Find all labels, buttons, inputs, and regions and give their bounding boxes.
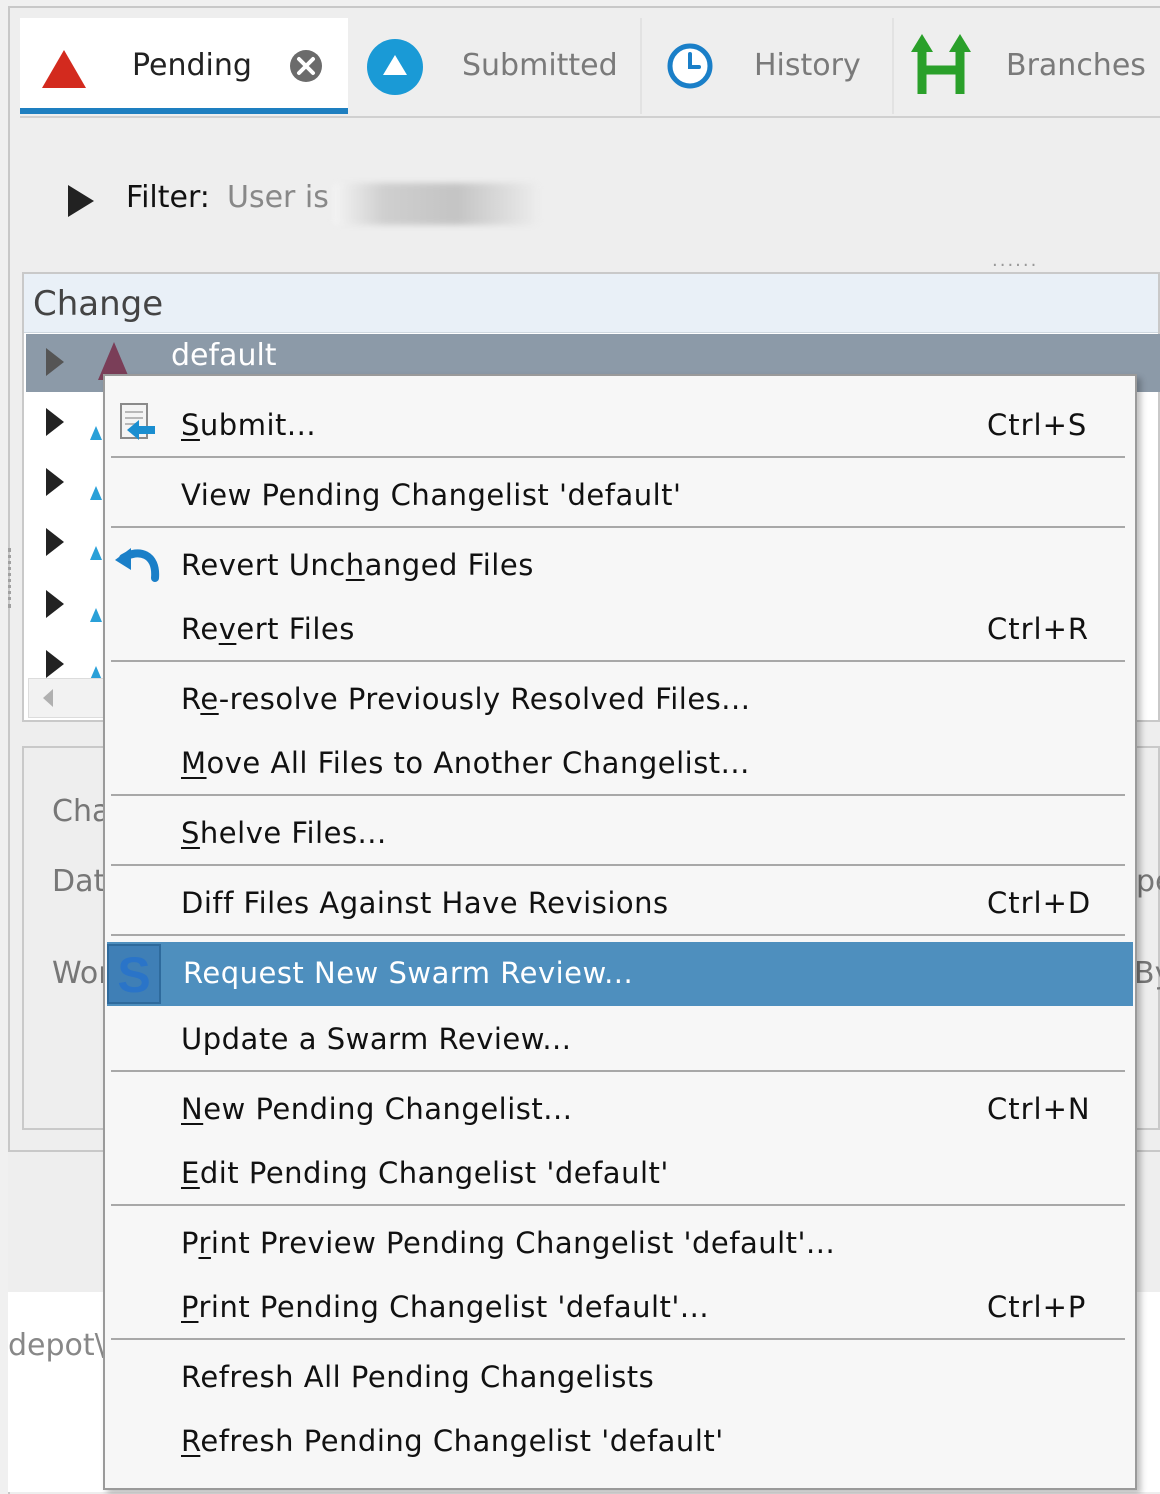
submitted-circle-icon [366, 38, 424, 104]
filter-expand-icon[interactable] [68, 185, 94, 217]
svg-text:S: S [117, 947, 150, 1003]
redacted-username [333, 183, 538, 225]
menu-item-update-swarm-review[interactable]: Update a Swarm Review... [105, 1010, 1135, 1070]
menu-separator [111, 934, 1125, 936]
expand-icon[interactable] [46, 468, 64, 496]
tab-pending[interactable]: Pending [20, 18, 348, 114]
menu-item-new-pending-changelist[interactable]: New Pending Changelist... Ctrl+N [105, 1080, 1135, 1140]
horizontal-scrollbar[interactable] [28, 678, 110, 718]
tab-bar: Pending Submitted History Branches [20, 18, 1160, 118]
detail-label-date: Dat [52, 864, 106, 899]
tab-submitted-label: Submitted [462, 48, 618, 83]
menu-item-revert-unchanged-files[interactable]: Revert Unchanged Files [105, 536, 1135, 596]
menu-item-request-swarm-review[interactable]: S Request New Swarm Review... [107, 942, 1133, 1006]
shortcut-label: Ctrl+N [987, 1092, 1091, 1126]
shortcut-label: Ctrl+R [987, 612, 1090, 646]
filter-value: User is [227, 180, 329, 215]
changelist-icon [90, 546, 102, 560]
tab-history[interactable]: History [642, 18, 892, 114]
menu-separator [111, 1338, 1125, 1340]
tab-branches[interactable]: Branches [894, 18, 1160, 114]
menu-item-submit[interactable]: Submit... Ctrl+S [105, 396, 1135, 456]
detail-label-change: Cha [52, 794, 111, 829]
tab-submitted[interactable]: Submitted [348, 18, 640, 114]
side-splitter-handle[interactable] [8, 548, 15, 608]
expand-icon[interactable] [46, 590, 64, 618]
changelist-icon [90, 608, 102, 622]
menu-item-shelve-files[interactable]: Shelve Files... [105, 804, 1135, 864]
expand-icon[interactable] [46, 408, 64, 436]
menu-item-diff-files[interactable]: Diff Files Against Have Revisions Ctrl+D [105, 874, 1135, 934]
menu-separator [111, 794, 1125, 796]
expand-icon[interactable] [46, 650, 64, 678]
branches-icon [910, 32, 972, 104]
menu-item-print-pending-changelist[interactable]: Print Pending Changelist 'default'... Ct… [105, 1278, 1135, 1338]
menu-item-edit-pending-changelist[interactable]: Edit Pending Changelist 'default' [105, 1144, 1135, 1204]
swarm-icon: S [107, 944, 161, 1008]
detail-label-type: pe [1136, 864, 1160, 899]
shortcut-label: Ctrl+P [987, 1290, 1087, 1324]
menu-item-refresh-all-pending[interactable]: Refresh All Pending Changelists [105, 1348, 1135, 1408]
changelist-icon [90, 486, 102, 500]
detail-label-by: By [1134, 956, 1160, 991]
scroll-left-icon[interactable] [43, 689, 53, 707]
shortcut-label: Ctrl+S [987, 408, 1088, 442]
menu-separator [111, 526, 1125, 528]
menu-separator [111, 864, 1125, 866]
expand-icon[interactable] [46, 348, 64, 376]
menu-separator [111, 1204, 1125, 1206]
menu-separator [111, 660, 1125, 662]
splitter-handle[interactable]: ...... [992, 250, 1038, 271]
filter-label: Filter: [126, 180, 210, 215]
menu-item-move-all-files[interactable]: Move All Files to Another Changelist... [105, 734, 1135, 794]
column-header-change[interactable]: Change [24, 274, 1158, 333]
tab-branches-label: Branches [1006, 48, 1146, 83]
menu-item-refresh-pending-changelist[interactable]: Refresh Pending Changelist 'default' [105, 1412, 1135, 1472]
tab-pending-label: Pending [132, 48, 252, 83]
detail-label-workspace: Wor [52, 956, 111, 991]
row-label: default [171, 338, 277, 373]
expand-icon[interactable] [46, 528, 64, 556]
shortcut-label: Ctrl+D [987, 886, 1092, 920]
menu-item-revert-files[interactable]: Revert Files Ctrl+R [105, 600, 1135, 660]
context-menu: Submit... Ctrl+S View Pending Changelist… [103, 374, 1137, 1490]
menu-separator [111, 456, 1125, 458]
clock-icon [666, 42, 714, 98]
tab-history-label: History [754, 48, 861, 83]
menu-item-view-pending-changelist[interactable]: View Pending Changelist 'default' [105, 466, 1135, 526]
close-icon[interactable] [288, 48, 324, 92]
menu-separator [111, 1070, 1125, 1072]
pending-triangle-icon [40, 48, 88, 98]
menu-item-re-resolve-files[interactable]: Re-resolve Previously Resolved Files... [105, 670, 1135, 730]
menu-item-print-preview[interactable]: Print Preview Pending Changelist 'defaul… [105, 1214, 1135, 1274]
submit-icon [115, 402, 157, 450]
revert-icon [113, 544, 161, 588]
changelist-icon [90, 426, 102, 440]
